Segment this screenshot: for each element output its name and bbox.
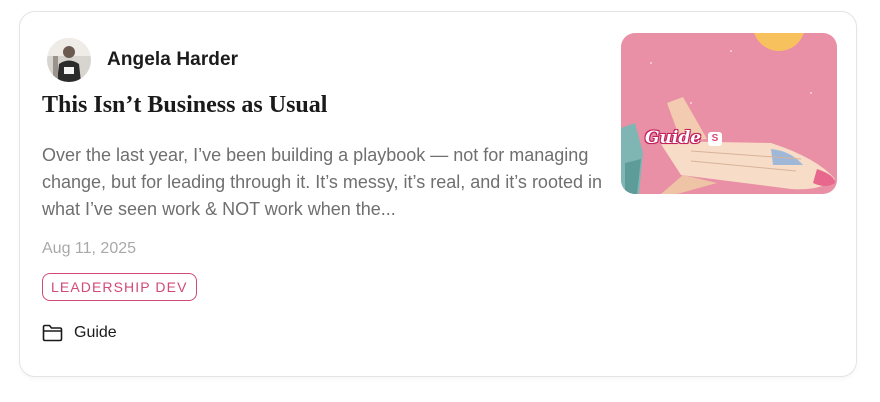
person-avatar-icon: [47, 38, 91, 82]
thumbnail-label: Guide: [645, 128, 702, 148]
author-avatar[interactable]: [47, 38, 91, 82]
post-date: Aug 11, 2025: [42, 240, 137, 257]
tag-badge[interactable]: LEADERSHIP DEV: [42, 273, 197, 301]
category-link[interactable]: Guide: [42, 324, 117, 342]
thumbnail-badge: S: [708, 132, 722, 146]
author-row[interactable]: Angela Harder: [47, 38, 238, 82]
category-label[interactable]: Guide: [74, 324, 117, 342]
post-excerpt: Over the last year, I’ve been building a…: [42, 145, 602, 219]
post-thumbnail[interactable]: Guide S: [621, 33, 837, 194]
post-title[interactable]: This Isn’t Business as Usual: [42, 92, 327, 119]
author-name[interactable]: Angela Harder: [107, 49, 238, 71]
post-card[interactable]: Angela Harder This Isn’t Business as Usu…: [19, 11, 857, 377]
rocket-illustration-icon: [621, 33, 837, 194]
folder-icon: [42, 324, 63, 342]
